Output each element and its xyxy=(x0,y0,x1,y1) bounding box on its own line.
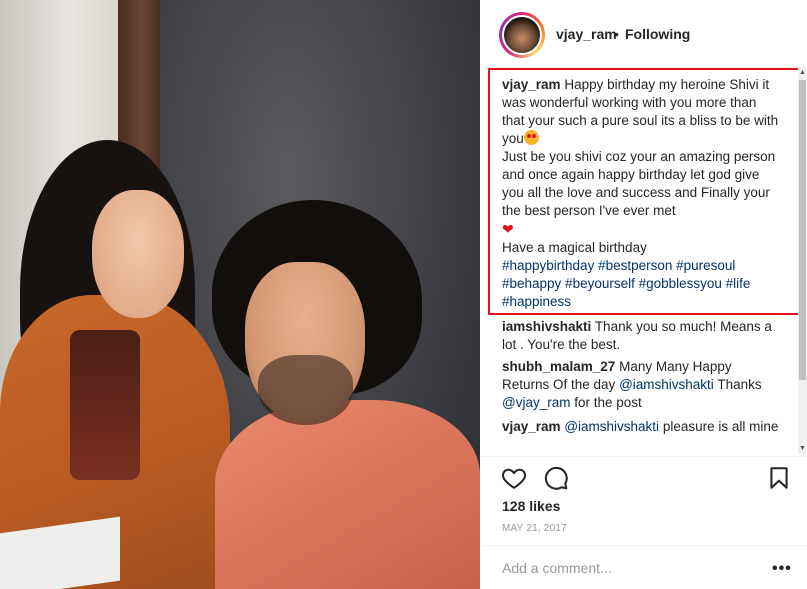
scrollbar-thumb[interactable] xyxy=(799,80,806,380)
comments-scrollbar[interactable]: ▲ ▼ xyxy=(798,68,807,454)
comment-item: shubh_malam_27 Many Many Happy Returns O… xyxy=(502,358,780,412)
red-heart-emoji-icon: ❤ xyxy=(502,221,514,237)
likes-count[interactable]: 128 likes xyxy=(502,498,560,514)
caption: vjay_ram Happy birthday my heroine Shivi… xyxy=(502,76,780,311)
scroll-down-arrow-icon[interactable]: ▼ xyxy=(798,444,807,454)
caption-username[interactable]: vjay_ram xyxy=(502,77,561,92)
comment-username[interactable]: vjay_ram xyxy=(502,419,561,434)
caption-hashtags[interactable]: #happybirthday #bestperson #puresoul #be… xyxy=(502,258,750,309)
comment-text: Thanks xyxy=(717,377,762,392)
more-options-icon[interactable]: ••• xyxy=(772,560,792,578)
add-comment-bar: ••• xyxy=(480,545,807,589)
caption-text-3: Have a magical birthday xyxy=(502,240,647,255)
photo-man-beard xyxy=(258,355,353,425)
heart-eyes-emoji-icon xyxy=(523,130,539,145)
avatar[interactable] xyxy=(499,12,545,58)
post-actions-bar xyxy=(480,456,807,497)
post-date: MAY 21, 2017 xyxy=(502,523,567,534)
comment-icon[interactable] xyxy=(543,465,569,491)
comments-list: vjay_ram Happy birthday my heroine Shivi… xyxy=(480,68,807,456)
comment-item: vjay_ram @iamshivshakti pleasure is all … xyxy=(502,418,780,436)
scroll-up-arrow-icon[interactable]: ▲ xyxy=(798,68,807,78)
photo-man-body xyxy=(215,400,480,589)
caption-text-2: Just be you shivi coz your an amazing pe… xyxy=(502,149,776,218)
comment-text: pleasure is all mine xyxy=(662,419,779,434)
post-photo[interactable] xyxy=(0,0,480,589)
following-button[interactable]: Following xyxy=(625,26,690,42)
comment-username[interactable]: shubh_malam_27 xyxy=(502,359,615,374)
bookmark-icon[interactable] xyxy=(766,465,792,491)
avatar-image xyxy=(502,15,542,55)
comment-mention[interactable]: @iamshivshakti xyxy=(564,419,659,434)
photo-woman-face xyxy=(92,190,184,318)
add-comment-input[interactable] xyxy=(502,558,752,578)
comment-username[interactable]: iamshivshakti xyxy=(502,319,591,334)
post-header: vjay_ram • Following xyxy=(480,0,807,68)
author-username[interactable]: vjay_ram xyxy=(556,26,617,42)
photo-woman-neckline xyxy=(70,330,140,480)
post-side-panel: vjay_ram • Following vjay_ram Happy birt… xyxy=(480,0,807,589)
comment-mention[interactable]: @iamshivshakti xyxy=(619,377,714,392)
header-separator: • xyxy=(614,26,619,42)
comment-mention[interactable]: @vjay_ram xyxy=(502,395,570,410)
comment-item: iamshivshakti Thank you so much! Means a… xyxy=(502,318,780,354)
heart-icon[interactable] xyxy=(501,465,527,491)
comment-text: for the post xyxy=(574,395,642,410)
